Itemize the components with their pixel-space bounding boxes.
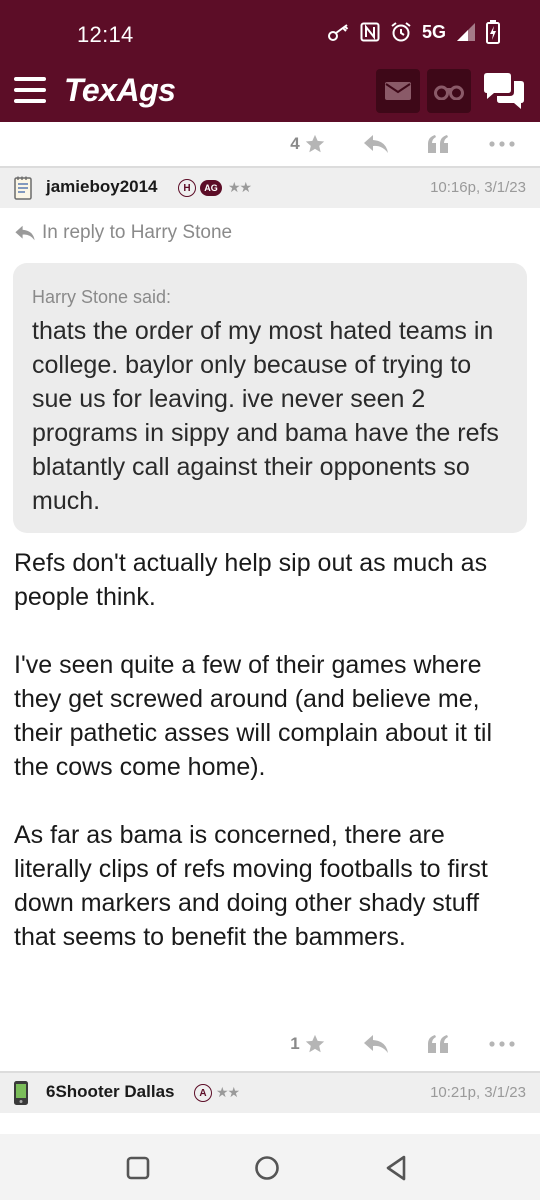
body-paragraph: Refs don't actually help sip out as much…: [14, 549, 488, 611]
network-label: 5G: [421, 21, 446, 42]
status-bar: 12:14 5G: [0, 0, 540, 62]
more-icon: [489, 141, 515, 147]
nfc-icon: [360, 22, 380, 42]
post-body: Refs don't actually help sip out as much…: [14, 546, 524, 988]
prev-post-actions: 4: [0, 122, 540, 166]
badge-ag: AG: [200, 180, 222, 196]
system-nav-bar: [0, 1134, 540, 1200]
in-reply-to-label: In reply to Harry Stone: [42, 222, 233, 243]
more-button[interactable]: [486, 1022, 518, 1066]
reply-button[interactable]: [360, 1022, 392, 1066]
in-reply-to-link[interactable]: In reply to Harry Stone: [14, 222, 232, 244]
like-count: 1: [290, 1034, 300, 1053]
chat-icon: [484, 73, 524, 109]
prev-more-button[interactable]: [486, 122, 518, 166]
next-post-time: 10:21p, 3/1/23: [430, 1084, 526, 1101]
like-button[interactable]: 1: [288, 1022, 328, 1066]
status-icons: 5G: [327, 20, 500, 44]
prev-quote-button[interactable]: [424, 122, 452, 166]
badge-h: H: [178, 179, 196, 197]
body-paragraph: As far as bama is concerned, there are l…: [14, 821, 488, 951]
author-stars: ★★: [228, 179, 252, 195]
reply-icon: [15, 225, 35, 241]
reply-icon: [364, 135, 388, 153]
body-paragraph: I've seen quite a few of their games whe…: [14, 651, 493, 781]
post-actions: 1: [0, 1022, 540, 1066]
quote-author: Harry Stone said:: [32, 287, 172, 307]
phone-icon: [14, 1081, 28, 1105]
quote-block: Harry Stone said: thats the order of my …: [13, 263, 527, 533]
recents-icon[interactable]: [126, 1156, 150, 1180]
more-icon: [489, 1041, 515, 1047]
quote-icon: [428, 135, 448, 153]
mail-icon: [385, 82, 411, 100]
menu-icon[interactable]: [14, 77, 46, 105]
next-author-stars: ★★: [216, 1084, 240, 1100]
quote-text: thats the order of my most hated teams i…: [32, 317, 499, 515]
home-icon[interactable]: [254, 1155, 280, 1181]
post-author[interactable]: jamieboy2014: [46, 177, 158, 197]
quote-icon: [428, 1035, 448, 1053]
post-time: 10:16p, 3/1/23: [430, 179, 526, 196]
binoculars-button[interactable]: [427, 69, 471, 113]
quote-button[interactable]: [424, 1022, 452, 1066]
key-icon: [327, 24, 349, 41]
notepad-icon: [14, 176, 32, 200]
status-time: 12:14: [77, 22, 134, 47]
prev-reply-button[interactable]: [360, 122, 392, 166]
badge-a: A: [194, 1084, 212, 1102]
chat-button[interactable]: [482, 72, 526, 112]
post-header: jamieboy2014 H AG ★★ 10:16p, 3/1/23: [0, 168, 540, 208]
reply-icon: [364, 1035, 388, 1053]
prev-like-button[interactable]: 4: [288, 122, 328, 166]
brand-logo[interactable]: TexAgs: [64, 72, 176, 109]
app-header: TexAgs: [0, 62, 540, 122]
star-icon: [305, 1034, 324, 1053]
battery-icon: [486, 20, 500, 44]
mail-button[interactable]: [376, 69, 420, 113]
binoculars-icon: [434, 85, 464, 100]
signal-icon: [457, 23, 475, 41]
back-icon[interactable]: [384, 1155, 408, 1181]
prev-like-count: 4: [290, 134, 300, 153]
next-post-header: 6Shooter Dallas A ★★ 10:21p, 3/1/23: [0, 1073, 540, 1113]
star-icon: [305, 134, 324, 153]
next-post-author[interactable]: 6Shooter Dallas: [46, 1082, 175, 1102]
alarm-icon: [391, 22, 411, 42]
